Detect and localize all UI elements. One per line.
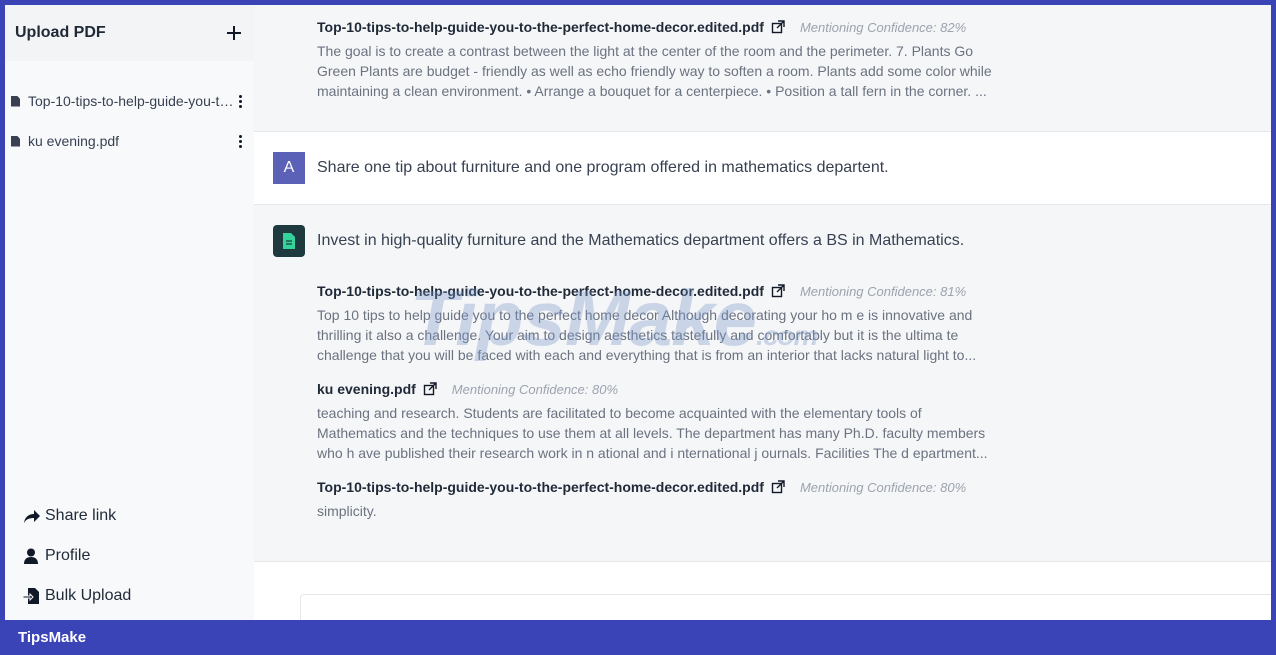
brand-label: TipsMake xyxy=(18,629,87,646)
source-list: Top-10-tips-to-help-guide-you-to-the-per… xyxy=(254,17,1271,101)
profile-button[interactable]: Profile xyxy=(5,536,254,576)
source-snippet: Top 10 tips to help guide you to the per… xyxy=(317,307,977,363)
file-item[interactable]: Top-10-tips-to-help-guide-you-to-the-per… xyxy=(5,81,254,121)
source-title: Top-10-tips-to-help-guide-you-to-the-per… xyxy=(317,283,764,299)
external-link-icon[interactable] xyxy=(770,479,786,495)
source-title: Top-10-tips-to-help-guide-you-to-the-per… xyxy=(317,479,764,495)
chat-input[interactable] xyxy=(300,594,1271,620)
file-name: ku evening.pdf xyxy=(28,133,120,149)
sidebar-title: Upload PDF xyxy=(15,24,106,41)
source-list: Top-10-tips-to-help-guide-you-to-the-per… xyxy=(254,281,1271,521)
user-avatar: A xyxy=(273,152,305,184)
share-icon xyxy=(24,510,40,523)
add-pdf-button[interactable] xyxy=(224,23,244,43)
external-link-icon[interactable] xyxy=(422,381,438,397)
bot-message-text: Invest in high-quality furniture and the… xyxy=(317,232,965,249)
file-list: Top-10-tips-to-help-guide-you-to-the-per… xyxy=(5,61,254,161)
source-confidence: Mentioning Confidence: 80% xyxy=(451,381,619,397)
file-name: Top-10-tips-to-help-guide-you-to-the-per… xyxy=(28,93,234,109)
file-item[interactable]: ku evening.pdf xyxy=(5,121,254,161)
source-snippet: simplicity. xyxy=(317,503,377,519)
bot-avatar xyxy=(273,225,305,257)
more-options-icon[interactable] xyxy=(234,134,246,148)
brand-bar: TipsMake xyxy=(0,620,1276,655)
user-message: A Share one tip about furniture and one … xyxy=(254,132,1271,205)
sidebar-header: Upload PDF xyxy=(5,5,254,61)
file-upload-icon xyxy=(23,588,39,604)
source-item: ku evening.pdf Mentioning Confidence: 80… xyxy=(317,379,1271,463)
user-icon xyxy=(24,548,38,564)
chat-area: Top-10-tips-to-help-guide-you-to-the-per… xyxy=(254,5,1271,620)
source-item: Top-10-tips-to-help-guide-you-to-the-per… xyxy=(317,477,1271,521)
previous-answer: Top-10-tips-to-help-guide-you-to-the-per… xyxy=(254,5,1271,132)
bulk-upload-label: Bulk Upload xyxy=(45,587,132,604)
document-icon xyxy=(283,233,295,249)
source-item: Top-10-tips-to-help-guide-you-to-the-per… xyxy=(317,17,1271,101)
source-item: Top-10-tips-to-help-guide-you-to-the-per… xyxy=(317,281,1271,365)
source-confidence: Mentioning Confidence: 82% xyxy=(799,19,967,35)
external-link-icon[interactable] xyxy=(770,283,786,299)
profile-label: Profile xyxy=(45,547,91,564)
source-title: ku evening.pdf xyxy=(317,381,416,397)
share-link-button[interactable]: Share link xyxy=(5,496,254,536)
source-confidence: Mentioning Confidence: 80% xyxy=(799,479,967,495)
app-window: Upload PDF Top-10-tips-to-help-guide-you… xyxy=(5,5,1271,620)
source-confidence: Mentioning Confidence: 81% xyxy=(799,283,967,299)
sidebar: Upload PDF Top-10-tips-to-help-guide-you… xyxy=(5,5,254,620)
sidebar-footer: Share link Profile Bulk Upload xyxy=(5,496,254,616)
share-link-label: Share link xyxy=(45,507,117,524)
external-link-icon[interactable] xyxy=(770,19,786,35)
source-snippet: teaching and research. Students are faci… xyxy=(317,405,988,461)
source-title: Top-10-tips-to-help-guide-you-to-the-per… xyxy=(317,19,764,35)
bot-message: Invest in high-quality furniture and the… xyxy=(254,205,1271,562)
more-options-icon[interactable] xyxy=(234,94,246,108)
user-message-text: Share one tip about furniture and one pr… xyxy=(317,159,889,176)
file-icon xyxy=(11,135,20,147)
file-icon xyxy=(11,95,20,107)
source-snippet: The goal is to create a contrast between… xyxy=(317,43,992,99)
bulk-upload-button[interactable]: Bulk Upload xyxy=(5,576,254,616)
